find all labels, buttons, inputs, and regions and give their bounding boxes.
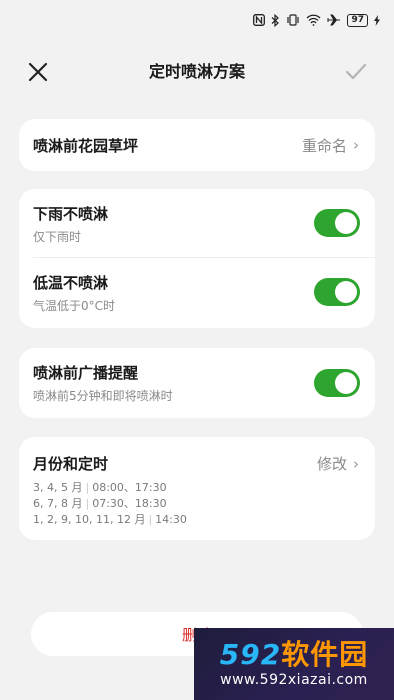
schedule-line: 1, 2, 9, 10, 11, 12 月 | 14:30 — [33, 513, 187, 526]
watermark-logo: 592软件园 www.592xiazai.com — [194, 628, 394, 700]
schedule-list: 3, 4, 5 月 | 08:00、17:30 6, 7, 8 月 | 07:30、18… — [33, 480, 361, 528]
check-icon — [345, 63, 367, 80]
rule-row-rain: 下雨不喷淋 仅下雨时 — [19, 189, 375, 258]
confirm-button[interactable] — [342, 58, 370, 86]
rule-title: 低温不喷淋 — [33, 274, 109, 292]
vibrate-icon — [286, 13, 300, 27]
chevron-right-icon: › — [353, 136, 359, 154]
watermark-url: www.592xiazai.com — [220, 672, 368, 688]
bluetooth-icon — [271, 13, 280, 27]
edit-label: 修改 — [316, 455, 347, 473]
page-title: 定时喷淋方案 — [148, 62, 245, 81]
reminder-title: 喷淋前广播提醒 — [33, 364, 139, 382]
schedule-line: 3, 4, 5 月 | 08:00、17:30 — [33, 481, 167, 494]
reminder-toggle[interactable] — [314, 369, 360, 397]
rain-toggle[interactable] — [314, 209, 360, 237]
app-header: 定时喷淋方案 — [0, 48, 394, 92]
schedule-line: 6, 7, 8 月 | 07:30、18:30 — [33, 497, 167, 510]
rules-card: 下雨不喷淋 仅下雨时 低温不喷淋 气温低于0°C时 — [19, 189, 375, 328]
schedule-card[interactable]: 月份和定时 修改 › 3, 4, 5 月 | 08:00、17:30 6, 7, 8… — [19, 437, 375, 540]
plan-name-card[interactable]: 喷淋前花园草坪 重命名 › — [19, 119, 375, 171]
reminder-subtitle: 喷淋前5分钟和即将喷淋时 — [33, 389, 173, 403]
rename-button[interactable]: 重命名 › — [302, 135, 359, 156]
close-icon — [28, 62, 48, 82]
rule-row-cold: 低温不喷淋 气温低于0°C时 — [19, 258, 375, 328]
screen: 97 定时喷淋方案 喷淋前花园草坪 重命名 › 下雨不喷淋 仅下雨时 低温不喷淋… — [0, 0, 394, 700]
rule-subtitle: 气温低于0°C时 — [33, 299, 116, 313]
schedule-title: 月份和定时 — [33, 455, 109, 473]
close-button[interactable] — [24, 58, 52, 86]
rule-subtitle: 仅下雨时 — [33, 229, 82, 244]
plan-name: 喷淋前花园草坪 — [33, 136, 139, 155]
cold-toggle[interactable] — [314, 278, 360, 306]
edit-schedule-button[interactable]: 修改 › — [317, 453, 359, 474]
status-bar: 97 — [0, 0, 394, 40]
rule-title: 下雨不喷淋 — [33, 204, 109, 223]
nfc-icon — [253, 13, 266, 27]
airplane-icon — [327, 13, 341, 27]
rename-label: 重命名 — [301, 136, 347, 155]
charging-icon — [374, 13, 380, 27]
battery-level: 97 — [347, 13, 368, 27]
reminder-card: 喷淋前广播提醒 喷淋前5分钟和即将喷淋时 — [19, 348, 375, 418]
chevron-right-icon: › — [353, 454, 359, 473]
wifi-icon — [306, 13, 321, 27]
